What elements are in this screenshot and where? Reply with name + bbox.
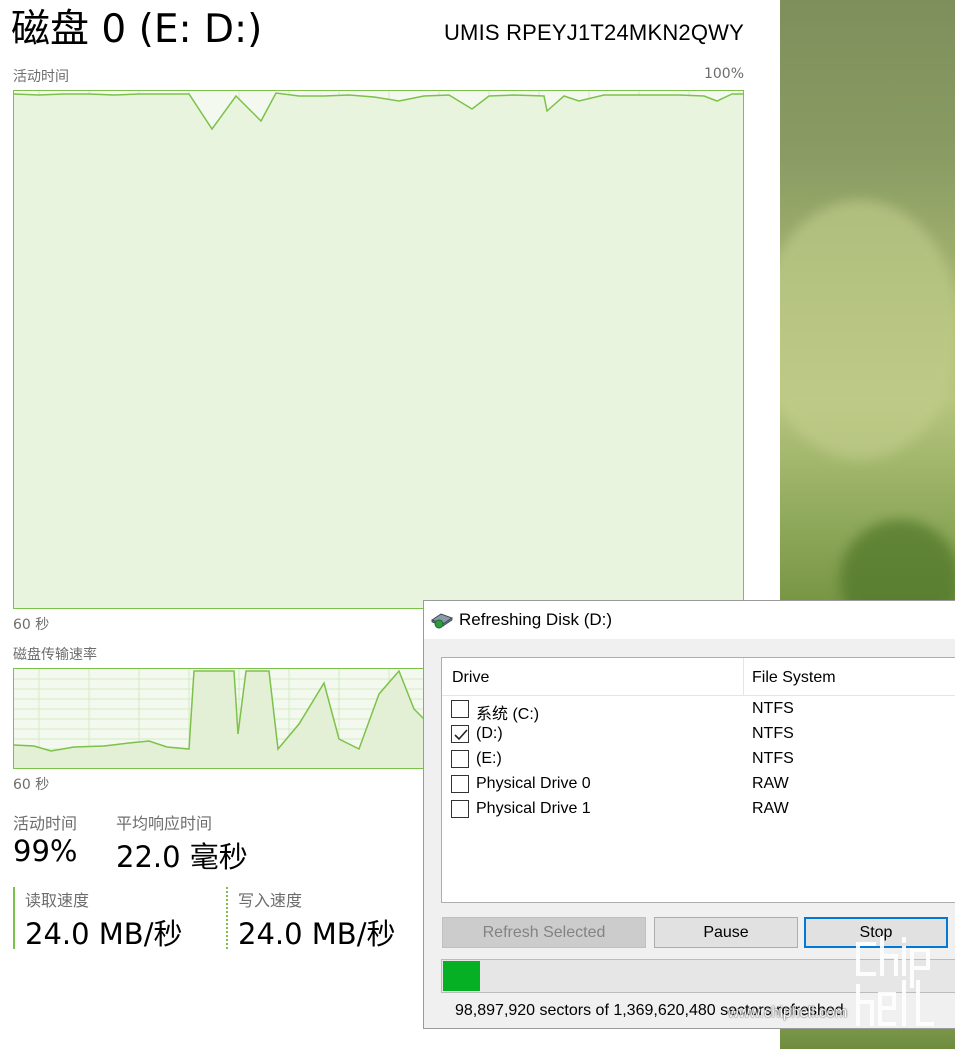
active-time-label: 活动时间 xyxy=(13,814,78,833)
activity-graph-max: 100% xyxy=(703,66,744,82)
column-divider[interactable] xyxy=(743,658,744,696)
drive-row[interactable]: (E:) NTFS xyxy=(442,747,955,772)
drive-row[interactable]: (D:) NTFS xyxy=(442,722,955,747)
drive-list[interactable]: Drive File System 系统 (C:) NTFS (D:) NTFS… xyxy=(441,657,955,903)
watermark-url: www.chiphell.com xyxy=(728,1004,848,1021)
drive-name: Physical Drive 1 xyxy=(476,800,591,817)
disk-refresh-icon xyxy=(430,611,454,629)
write-speed-indicator xyxy=(226,887,228,949)
drive-checkbox[interactable] xyxy=(451,800,469,818)
drive-checkbox[interactable] xyxy=(451,775,469,793)
drive-file-system: NTFS xyxy=(752,725,794,742)
column-header-drive[interactable]: Drive xyxy=(452,669,489,687)
drive-name: (D:) xyxy=(476,725,503,742)
avg-response-value: 22.0 毫秒 xyxy=(116,840,248,874)
drive-name: Physical Drive 0 xyxy=(476,775,591,792)
dialog-titlebar[interactable]: Refreshing Disk (D:) xyxy=(424,601,955,639)
drive-file-system: RAW xyxy=(752,800,789,817)
read-speed-value: 24.0 MB/秒 xyxy=(25,917,183,951)
transfer-graph-label: 磁盘传输速率 xyxy=(13,647,97,663)
drive-checkbox[interactable] xyxy=(451,750,469,768)
drive-file-system: NTFS xyxy=(752,750,794,767)
refresh-selected-button[interactable]: Refresh Selected xyxy=(442,917,646,948)
drive-row[interactable]: 系统 (C:) NTFS xyxy=(442,697,955,723)
pause-button[interactable]: Pause xyxy=(654,917,798,948)
column-header-file-system[interactable]: File System xyxy=(752,669,836,687)
drive-name: (E:) xyxy=(476,750,502,767)
transfer-rate-graph xyxy=(13,668,433,769)
drive-file-system: NTFS xyxy=(752,700,794,717)
read-speed-label: 读取速度 xyxy=(25,891,90,910)
drive-row[interactable]: Physical Drive 0 RAW xyxy=(442,772,955,797)
progress-fill xyxy=(443,961,480,991)
disk-model: UMIS RPEYJ1T24MKN2QWY xyxy=(443,20,744,45)
write-speed-value: 24.0 MB/秒 xyxy=(238,917,396,951)
drive-file-system: RAW xyxy=(752,775,789,792)
drive-checkbox[interactable] xyxy=(451,700,469,718)
chiphell-logo-icon xyxy=(852,936,944,1032)
active-time-value: 99% xyxy=(13,834,78,868)
drive-checkbox[interactable] xyxy=(451,725,469,743)
drive-row[interactable]: Physical Drive 1 RAW xyxy=(442,797,955,822)
check-icon xyxy=(454,729,468,741)
read-speed-indicator xyxy=(13,887,15,949)
activity-graph-time: 60 秒 xyxy=(13,617,50,633)
transfer-graph-time: 60 秒 xyxy=(13,777,50,793)
drive-name: 系统 (C:) xyxy=(476,706,540,723)
dialog-title: Refreshing Disk (D:) xyxy=(459,610,613,629)
write-speed-label: 写入速度 xyxy=(238,891,303,910)
drive-list-header: Drive File System xyxy=(442,658,955,696)
disk-title: 磁盘 0 (E: D:) xyxy=(11,7,263,52)
avg-response-label: 平均响应时间 xyxy=(116,814,213,833)
activity-time-graph xyxy=(13,90,744,609)
activity-graph-label: 活动时间 xyxy=(13,69,69,85)
